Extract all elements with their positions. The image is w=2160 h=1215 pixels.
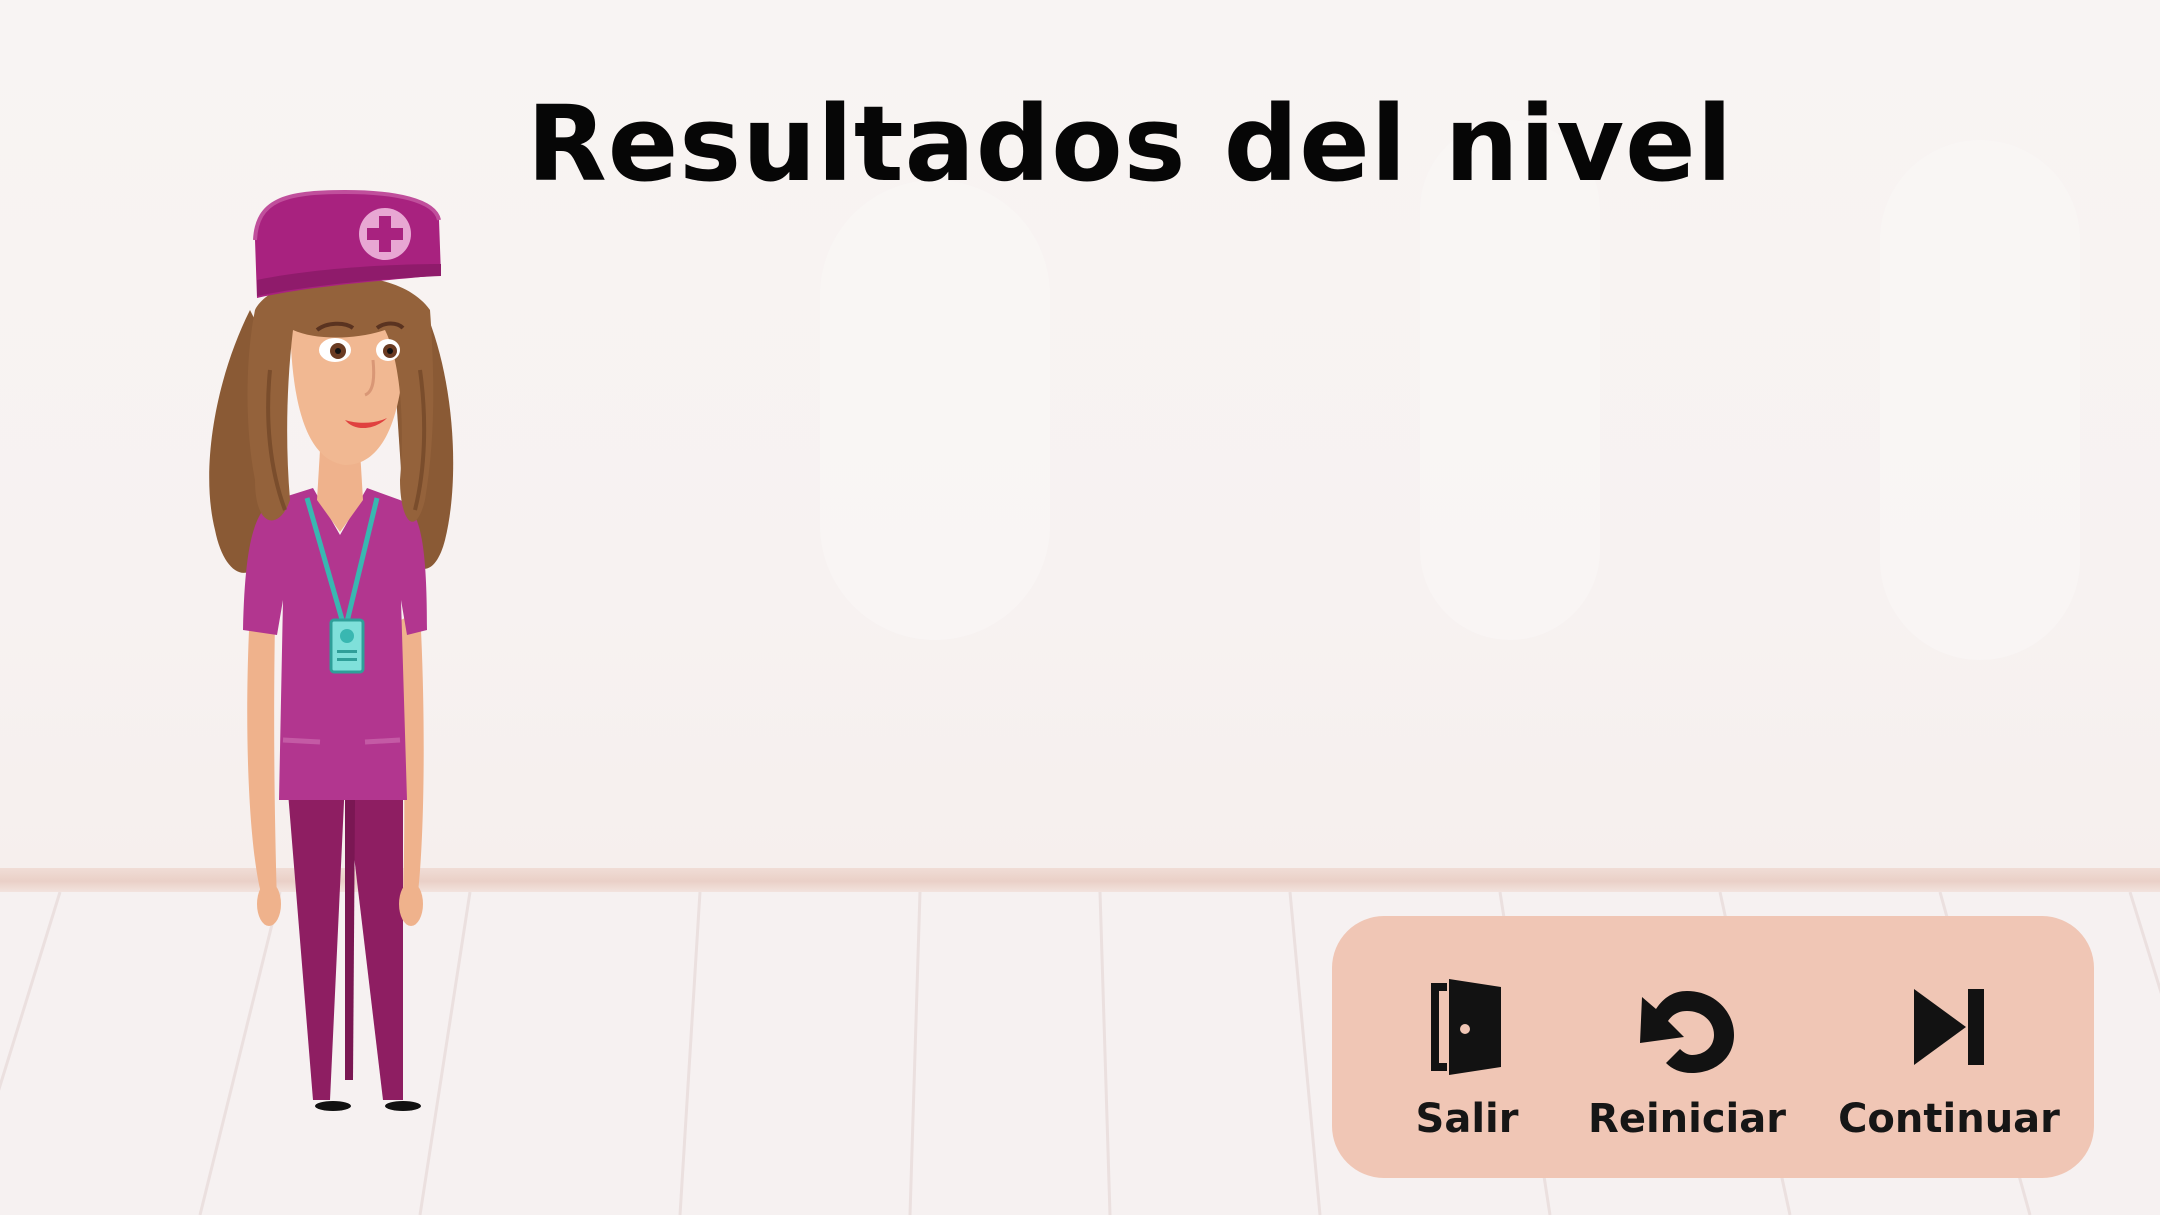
restart-button[interactable]: Reiniciar [1562,916,1812,1178]
exit-button[interactable]: Salir [1382,916,1552,1178]
restart-label: Reiniciar [1588,1096,1786,1142]
action-menu-panel: Salir Reiniciar Continuar [1332,916,2094,1178]
nurse-character [209,189,454,1111]
game-screen: Resultados del nivel Salir Reiniciar Con… [0,0,2160,1215]
exit-label: Salir [1415,1096,1519,1142]
continue-label: Continuar [1838,1096,2060,1142]
skip-next-icon [1894,972,2004,1082]
continue-button[interactable]: Continuar [1820,916,2078,1178]
exit-door-icon [1412,972,1522,1082]
restart-arrow-icon [1632,972,1742,1082]
